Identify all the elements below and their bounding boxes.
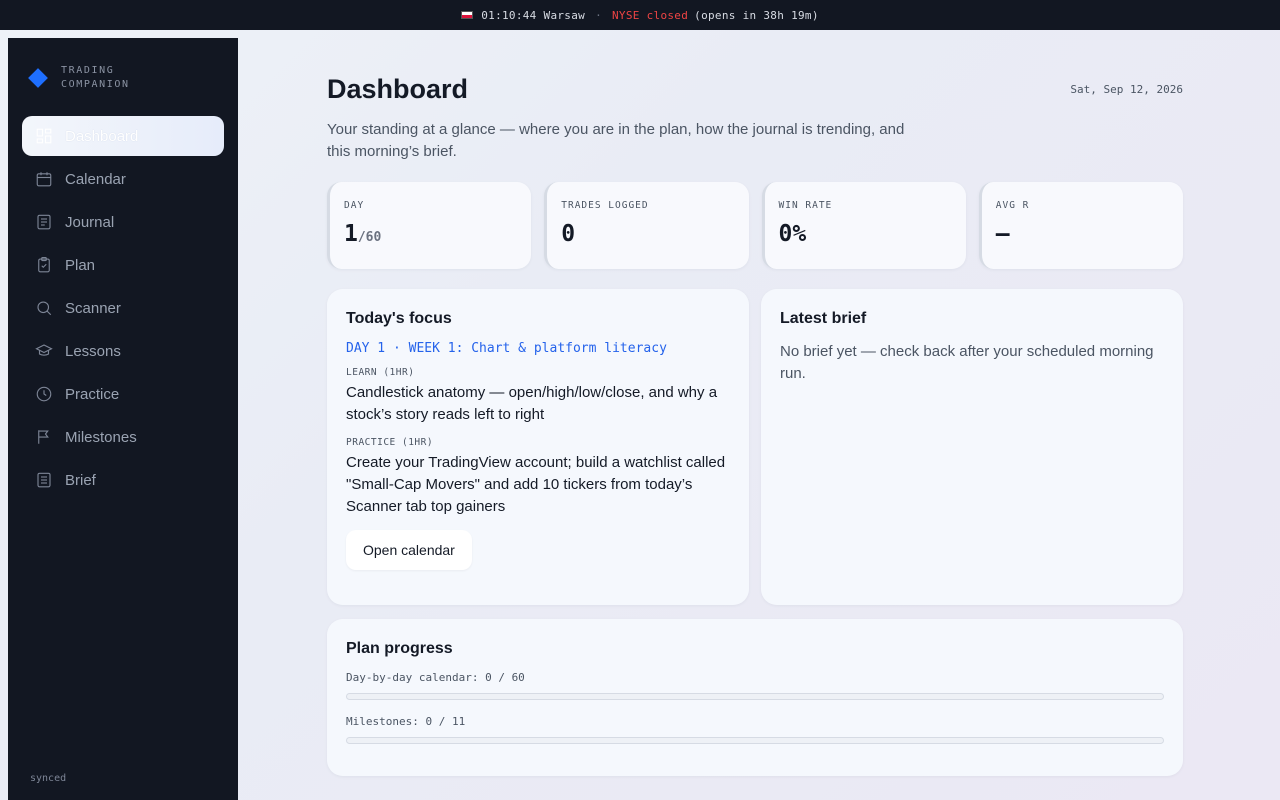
stat-card-avg-r: AVG R — (978, 182, 1183, 269)
focus-week-label: DAY 1 · WEEK 1: Chart & platform literac… (346, 341, 667, 356)
separator: · (595, 8, 602, 22)
stat-card-win-rate: WIN RATE 0% (761, 182, 966, 269)
brief-empty-text: No brief yet — check back after your sch… (780, 343, 1154, 382)
stats-row: DAY 1/60 TRADES LOGGED 0 WIN RATE 0% AVG… (327, 182, 1183, 269)
card-title: Latest brief (780, 310, 867, 327)
calendar-icon (36, 172, 52, 187)
brand-name-line2: COMPANION (61, 79, 130, 90)
learn-label: LEARN (1HR) (346, 367, 415, 378)
sidebar-item-label: Milestones (65, 428, 137, 446)
stat-value-total: /60 (357, 230, 382, 245)
opens-in-label: (opens in 38h 19m) (694, 8, 819, 22)
page-subtitle: Your standing at a glance — where you ar… (327, 121, 905, 160)
sidebar-nav: Dashboard Calendar Journal Plan Scanner … (22, 116, 224, 503)
sidebar-item-label: Plan (65, 256, 96, 274)
sidebar-item-milestones[interactable]: Milestones (22, 417, 224, 457)
calendar-progress-bar (346, 693, 1164, 700)
stat-value: 1 (344, 221, 358, 247)
sidebar-item-label: Dashboard (65, 127, 139, 145)
current-date: Sat, Sep 12, 2026 (1070, 83, 1183, 96)
poland-flag-icon (461, 11, 474, 19)
brand-logo-icon (28, 68, 48, 88)
document-icon (37, 472, 51, 488)
milestones-progress-label: Milestones: 0 / 11 (346, 715, 466, 728)
sidebar-item-label: Practice (65, 385, 120, 403)
open-calendar-button[interactable]: Open calendar (346, 530, 472, 570)
practice-text: Create your TradingView account; build a… (346, 454, 726, 515)
stat-value: — (995, 221, 1010, 247)
market-closed-label: NYSE closed (612, 8, 689, 22)
market-status-bar: 01:10:44 Warsaw · NYSE closed (opens in … (0, 0, 1280, 30)
stat-card-day: DAY 1/60 (327, 182, 532, 269)
sidebar-item-journal[interactable]: Journal (22, 202, 224, 242)
stat-label: TRADES LOGGED (561, 200, 649, 211)
plan-progress-card: Plan progress Day-by-day calendar: 0 / 6… (327, 619, 1183, 776)
stat-card-trades-logged: TRADES LOGGED 0 (544, 182, 749, 269)
calendar-progress-label: Day-by-day calendar: 0 / 60 (346, 671, 525, 684)
sidebar-item-dashboard[interactable]: Dashboard (22, 116, 224, 156)
latest-brief-card: Latest brief No brief yet — check back a… (761, 289, 1183, 605)
graduation-cap-icon (35, 344, 53, 356)
sidebar-item-plan[interactable]: Plan (22, 245, 224, 285)
stat-label: WIN RATE (778, 200, 833, 211)
flag-icon (38, 430, 49, 444)
brand-name-line1: TRADING (61, 65, 115, 76)
learn-text: Candlestick anatomy — open/high/low/clos… (346, 384, 718, 423)
sidebar-item-label: Lessons (65, 342, 121, 360)
stat-value: 0% (778, 221, 807, 247)
sidebar-item-label: Scanner (65, 299, 121, 317)
card-title: Today's focus (346, 310, 452, 327)
clock-icon (36, 386, 52, 402)
clipboard-check-icon (38, 256, 50, 273)
sidebar-item-label: Journal (65, 213, 115, 231)
stat-label: AVG R (995, 200, 1030, 211)
sidebar-item-brief[interactable]: Brief (22, 460, 224, 500)
search-icon (37, 301, 52, 316)
brand[interactable]: TRADING COMPANION (28, 64, 130, 92)
sidebar-item-label: Calendar (65, 170, 126, 188)
sidebar-item-calendar[interactable]: Calendar (22, 159, 224, 199)
milestones-progress-bar (346, 737, 1164, 744)
journal-icon (37, 214, 51, 230)
sync-status: synced (30, 773, 67, 784)
practice-label: PRACTICE (1HR) (346, 437, 434, 448)
sidebar-item-label: Brief (65, 471, 96, 489)
todays-focus-card: Today's focus DAY 1 · WEEK 1: Chart & pl… (327, 289, 749, 605)
stat-label: DAY (344, 200, 365, 211)
card-title: Plan progress (346, 640, 453, 657)
sidebar-item-practice[interactable]: Practice (22, 374, 224, 414)
sidebar-item-scanner[interactable]: Scanner (22, 288, 224, 328)
dashboard-icon (36, 128, 52, 144)
clock-readout: 01:10:44 Warsaw (481, 8, 586, 22)
sidebar: TRADING COMPANION Dashboard Calendar Jou… (8, 38, 238, 800)
stat-value: 0 (561, 221, 576, 247)
page-title: Dashboard (327, 74, 469, 104)
sidebar-item-lessons[interactable]: Lessons (22, 331, 224, 371)
